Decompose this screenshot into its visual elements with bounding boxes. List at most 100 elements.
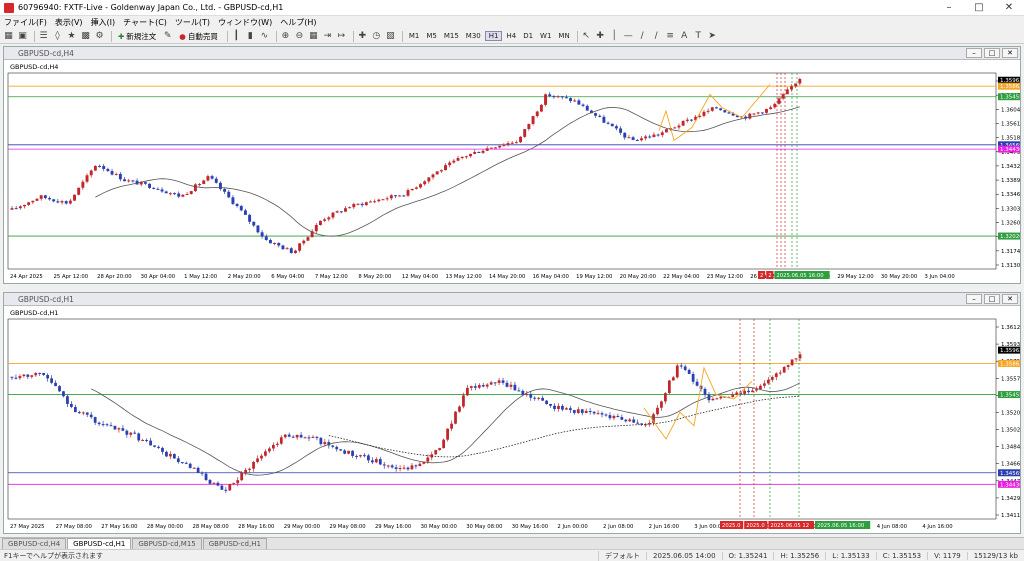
fibonacci-icon[interactable]: ≡ — [665, 31, 676, 42]
chart-window-titlebar[interactable]: GBPUSD-cd,H1 – □ ✕ — [4, 293, 1020, 306]
candle-body — [673, 127, 677, 129]
candle-body — [785, 89, 789, 95]
candle-body — [398, 467, 402, 469]
bar-chart-icon[interactable]: ┃ — [231, 31, 242, 42]
timeframe-m30[interactable]: M30 — [463, 32, 484, 40]
chart-window-h1[interactable]: GBPUSD-cd,H1 – □ ✕ GBPUSD-cd,H1 1.361201… — [3, 292, 1021, 534]
text-tool-icon[interactable]: A — [679, 31, 690, 42]
menu-file[interactable]: ファイル(F) — [4, 17, 47, 28]
periods-icon[interactable]: ◷ — [371, 31, 382, 42]
chart-maximize-button[interactable]: □ — [984, 294, 1000, 304]
timeframe-m1[interactable]: M1 — [406, 32, 423, 40]
candle-body — [735, 392, 739, 395]
candle-body — [369, 201, 372, 203]
candle-body — [485, 384, 489, 387]
candlestick-icon[interactable]: ▮ — [245, 31, 256, 42]
candle-body — [193, 184, 197, 192]
candle-body — [374, 459, 378, 463]
chart-minimize-button[interactable]: – — [966, 294, 982, 304]
timeframe-mn[interactable]: MN — [555, 32, 572, 40]
new-order-button[interactable]: ✚ 新規注文 — [115, 31, 159, 42]
candle-body — [685, 119, 689, 121]
zoom-in-icon[interactable]: ⊕ — [280, 31, 291, 42]
chart-tab[interactable]: GBPUSD-cd,H1 — [67, 538, 132, 549]
trendline-icon[interactable]: ∕ — [637, 31, 648, 42]
candle-body — [600, 413, 604, 415]
price-tick-label: 1.34115 — [1001, 513, 1020, 519]
price-tick-label: 1.32600 — [1001, 221, 1020, 227]
candle-body — [208, 479, 212, 484]
chart-shift-icon[interactable]: ↦ — [336, 31, 347, 42]
candle-body — [110, 171, 114, 175]
chart-close-button[interactable]: ✕ — [1002, 48, 1018, 58]
vertical-line-icon[interactable]: │ — [609, 31, 620, 42]
candle-body — [198, 184, 202, 186]
chart-window-h4[interactable]: GBPUSD-cd,H4 – □ ✕ GBPUSD-cd,H4 1.369001… — [3, 46, 1021, 284]
chart-window-titlebar[interactable]: GBPUSD-cd,H4 – □ ✕ — [4, 47, 1020, 60]
timeframe-h1[interactable]: H1 — [484, 31, 503, 41]
menu-insert[interactable]: 挿入(I) — [91, 17, 116, 28]
timeframe-h4[interactable]: H4 — [503, 32, 519, 40]
chart-close-button[interactable]: ✕ — [1002, 294, 1018, 304]
chart-tab[interactable]: GBPUSD-cd,M15 — [132, 538, 202, 549]
timeframe-m15[interactable]: M15 — [441, 32, 462, 40]
terminal-icon[interactable]: ▩ — [80, 31, 91, 42]
chart-tab[interactable]: GBPUSD-cd,H1 — [202, 538, 267, 549]
channel-icon[interactable]: ∕ — [651, 31, 662, 42]
new-chart-icon[interactable]: ▦ — [3, 31, 14, 42]
minimize-button[interactable]: – — [934, 0, 964, 16]
arrows-tool-icon[interactable]: ➤ — [707, 31, 718, 42]
menu-help[interactable]: ヘルプ(H) — [280, 17, 316, 28]
candle-body — [639, 138, 643, 141]
candle-body — [370, 460, 374, 463]
autoscroll-icon[interactable]: ⇥ — [322, 31, 333, 42]
horizontal-line-icon[interactable]: — — [623, 31, 634, 42]
menu-chart[interactable]: チャート(C) — [123, 17, 167, 28]
market-watch-icon[interactable]: ☰ — [38, 31, 49, 42]
plot-area[interactable] — [7, 318, 997, 520]
time-tick-label: 30 May 20:00 — [881, 274, 918, 280]
zoom-out-icon[interactable]: ⊖ — [294, 31, 305, 42]
candle-body — [481, 385, 485, 387]
candlestick-chart-h4[interactable]: 1.369001.364701.360401.356101.351801.347… — [4, 61, 1020, 283]
menu-window[interactable]: ウィンドウ(W) — [218, 17, 272, 28]
chart-tab[interactable]: GBPUSD-cd,H4 — [2, 538, 67, 549]
chart-minimize-button[interactable]: – — [966, 48, 982, 58]
timeframe-d1[interactable]: D1 — [520, 32, 536, 40]
maximize-button[interactable]: □ — [964, 0, 994, 16]
menu-view[interactable]: 表示(V) — [55, 17, 83, 28]
navigator-icon[interactable]: ★ — [66, 31, 77, 42]
indicators-icon[interactable]: ✚ — [357, 31, 368, 42]
data-window-icon[interactable]: ◊ — [52, 31, 63, 42]
menu-tools[interactable]: ツール(T) — [175, 17, 210, 28]
time-tick-label: 29 May 12:00 — [837, 274, 874, 280]
cursor-icon[interactable]: ↖ — [581, 31, 592, 42]
candle-body — [537, 397, 541, 399]
time-tick-label: 29 May 00:00 — [284, 524, 321, 530]
candle-body — [604, 414, 608, 416]
label-tool-icon[interactable]: T — [693, 31, 704, 42]
candle-body — [636, 422, 640, 424]
timeframe-w1[interactable]: W1 — [537, 32, 554, 40]
tile-windows-icon[interactable]: ▦ — [308, 31, 319, 42]
candlestick-chart-h1[interactable]: 1.361201.359351.357551.355701.353901.352… — [4, 307, 1020, 533]
candle-body — [172, 453, 176, 459]
time-tag-text: 2025.06.05 16:00 — [776, 273, 824, 279]
candle-body — [410, 188, 414, 191]
metaeditor-icon[interactable]: ✎ — [162, 31, 173, 42]
profiles-icon[interactable]: ▣ — [17, 31, 28, 42]
time-tick-label: 29 May 08:00 — [329, 524, 366, 530]
templates-icon[interactable]: ▧ — [385, 31, 396, 42]
time-tick-label: 27 May 2025 — [10, 524, 45, 530]
line-chart-icon[interactable]: ∿ — [259, 31, 270, 42]
strategy-tester-icon[interactable]: ⚙ — [94, 31, 105, 42]
auto-trading-button[interactable]: ● 自動売買 — [176, 31, 221, 42]
chart-maximize-button[interactable]: □ — [984, 48, 1000, 58]
close-button[interactable]: ✕ — [994, 0, 1024, 16]
plot-area[interactable] — [7, 72, 997, 270]
candle-body — [494, 147, 497, 149]
candle-body — [660, 401, 663, 408]
time-tick-label: 2 Jun 08:00 — [603, 524, 634, 530]
crosshair-icon[interactable]: ✚ — [595, 31, 606, 42]
timeframe-m5[interactable]: M5 — [423, 32, 440, 40]
